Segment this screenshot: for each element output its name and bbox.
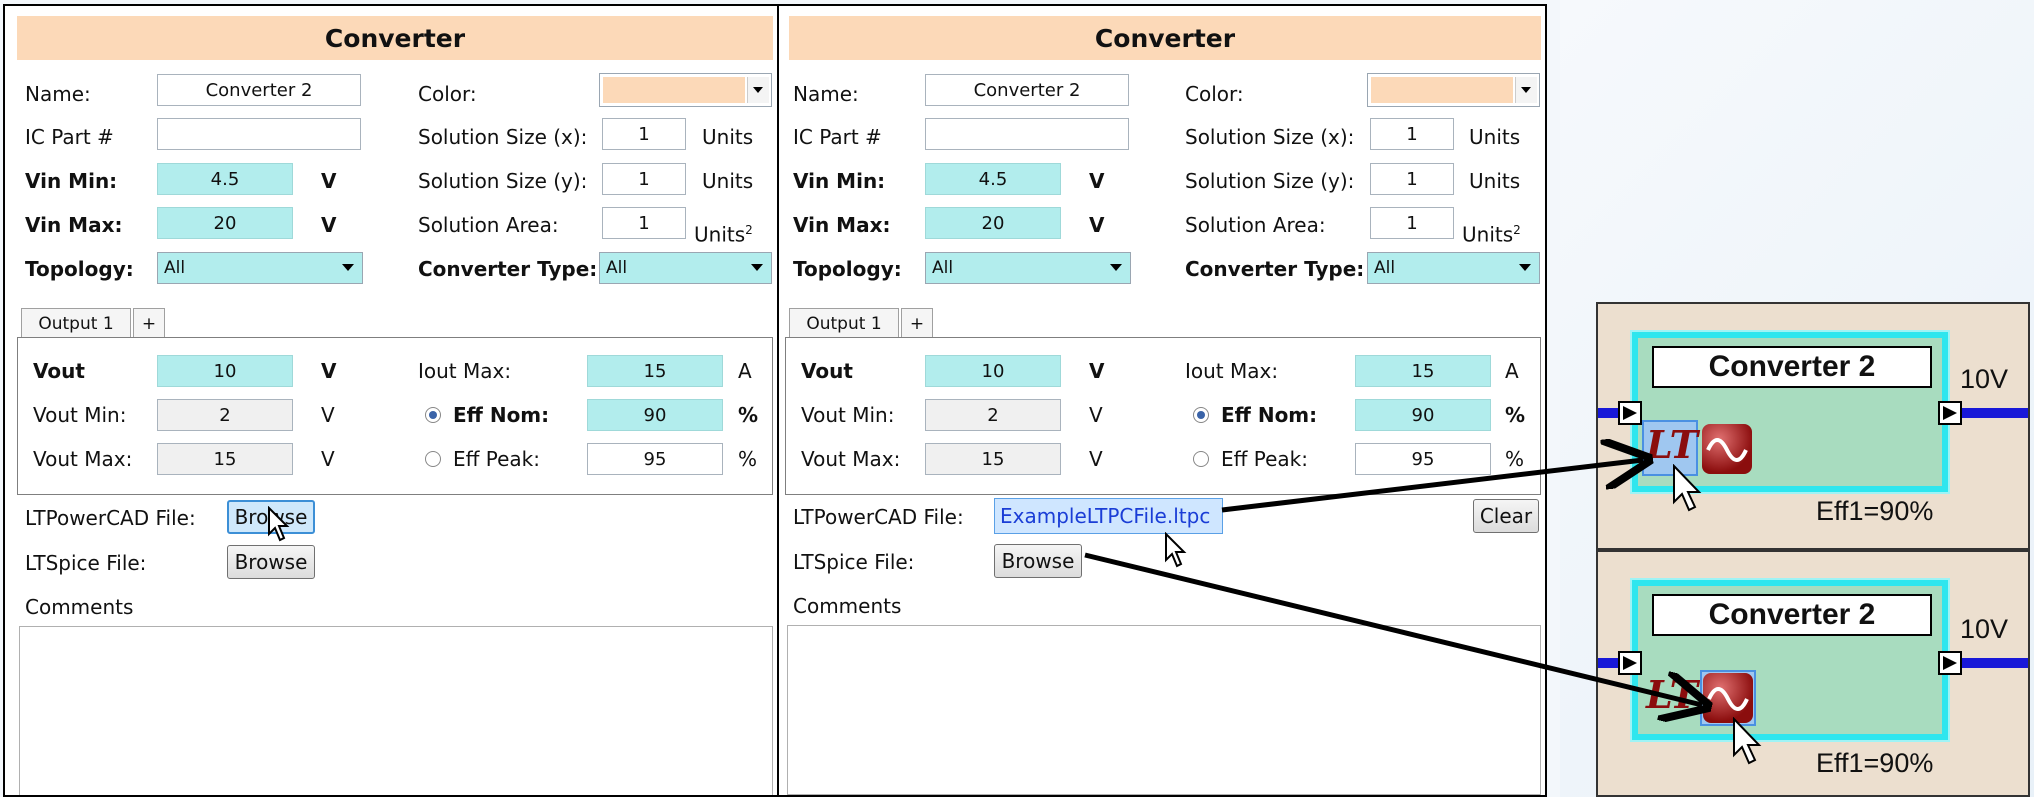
- arrow-to-ltspice-icon: [1084, 552, 1702, 705]
- arrow-to-ltpowercad-icon: [1221, 460, 1643, 513]
- annotation-arrows: [1084, 0, 2034, 797]
